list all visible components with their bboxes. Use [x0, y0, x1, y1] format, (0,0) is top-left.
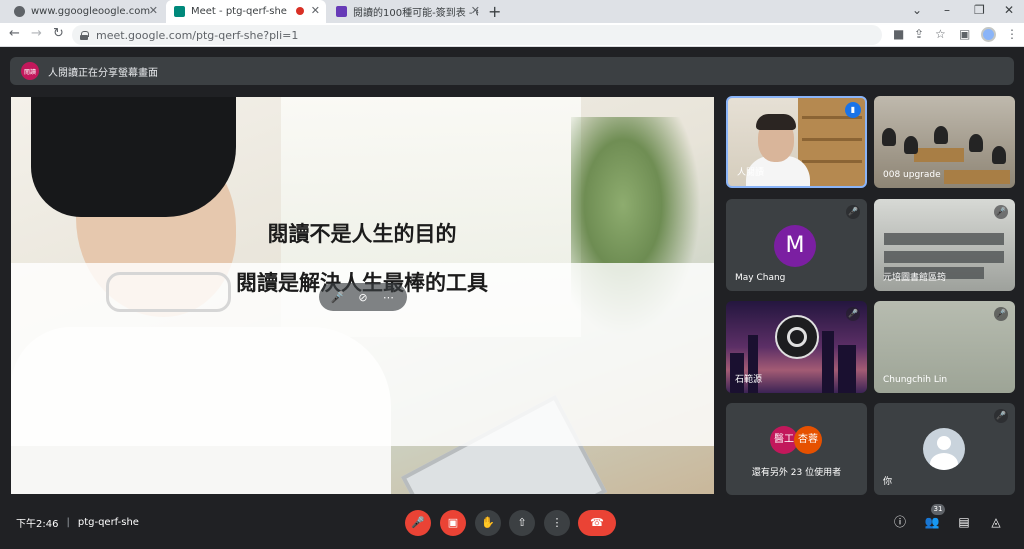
presenter-avatar: 閱讀 — [21, 62, 39, 80]
tab-label: www.ggoogleoogle.com — [31, 6, 151, 17]
participant-name: 石範源 — [735, 375, 763, 385]
default-avatar-icon — [923, 428, 965, 470]
side-panel-icon[interactable]: ▣ — [959, 27, 970, 41]
menu-dots-icon[interactable]: ⋮ — [1006, 27, 1018, 41]
participant-name: 元培圖書館區筠 — [883, 273, 947, 283]
raise-hand-button[interactable]: ✋ — [475, 510, 501, 536]
activities-icon[interactable]: ◬ — [987, 513, 1005, 531]
others-count-text: 還有另外 23 位使用者 — [751, 468, 842, 478]
obs-logo — [775, 315, 819, 359]
presenting-text: 人閱讀正在分享螢幕畫面 — [48, 67, 158, 79]
maximize-icon[interactable]: ❐ — [974, 3, 985, 17]
mic-off-icon: 🎤 — [846, 307, 860, 321]
forward-icon[interactable]: → — [31, 26, 42, 41]
globe-icon — [14, 6, 25, 17]
close-tab-icon[interactable]: ✕ — [149, 4, 158, 17]
leave-call-button[interactable]: ☎ — [578, 510, 616, 536]
share-icon[interactable]: ⇪ — [914, 27, 924, 41]
tab-meet[interactable]: Meet - ptg-qerf-she ✕ — [166, 0, 326, 23]
close-tab-icon[interactable]: ✕ — [471, 4, 480, 17]
close-window-icon[interactable]: ✕ — [1004, 3, 1014, 17]
presenting-banner: 閱讀 人閱讀正在分享螢幕畫面 — [10, 57, 1014, 85]
meeting-code: ptg-qerf-she — [77, 517, 139, 528]
mic-off-icon: 🎤 — [846, 205, 860, 219]
chat-icon[interactable]: ▤ — [955, 513, 973, 531]
participant-name: 你 — [883, 477, 893, 487]
lock-icon — [80, 30, 89, 40]
people-count-badge: 31 — [931, 504, 945, 515]
camera-toggle-button[interactable]: ▣ — [440, 510, 466, 536]
mic-toggle-button[interactable]: 🎤 — [405, 510, 431, 536]
participant-name: 人閱讀 — [737, 168, 765, 178]
video-off-icon[interactable]: ⊘ — [354, 291, 372, 304]
self-tile[interactable]: 🎤 你 — [874, 403, 1015, 495]
participant-tile[interactable]: ▮ 人閱讀 — [726, 96, 867, 188]
clock-time: 下午2:46 — [16, 519, 59, 530]
meet-icon — [174, 6, 185, 17]
avatar: M — [774, 225, 816, 267]
participant-tile[interactable]: 🎤 Chungchih Lin — [874, 301, 1015, 393]
mic-off-icon: 🎤 — [994, 205, 1008, 219]
mic-off-icon: 🎤 — [994, 409, 1008, 423]
more-options-button[interactable]: ⋮ — [544, 510, 570, 536]
mic-off-icon: 🎤 — [994, 307, 1008, 321]
camera-permission-icon[interactable]: ■ — [893, 27, 904, 41]
new-tab-button[interactable]: + — [488, 2, 501, 21]
tab-ggoogleoogle[interactable]: www.ggoogleoogle.com ✕ — [6, 0, 164, 23]
browser-toolbar: ← → ↻ meet.google.com/ptg-qerf-she?pli=1… — [0, 23, 1024, 47]
participant-tile[interactable]: 008 upgrade — [874, 96, 1015, 188]
close-tab-icon[interactable]: ✕ — [311, 4, 320, 17]
tab-forms[interactable]: 閱讀的100種可能-簽到表 - Goog ✕ — [328, 0, 486, 23]
url-text: meet.google.com/ptg-qerf-she?pli=1 — [96, 28, 299, 42]
avatar: 杏蓉 — [794, 426, 822, 454]
reload-icon[interactable]: ↻ — [53, 26, 64, 41]
participant-name: Chungchih Lin — [883, 375, 948, 385]
participant-tile[interactable]: 🎤 M May Chang — [726, 199, 867, 291]
minimize-icon[interactable]: – — [944, 3, 950, 17]
tab-search-icon[interactable]: ⌄ — [912, 3, 922, 17]
meeting-info: 下午2:46 | ptg-qerf-she — [16, 517, 139, 530]
participant-tile[interactable]: 🎤 石範源 — [726, 301, 867, 393]
recording-icon — [296, 7, 304, 15]
present-screen-button[interactable]: ⇧ — [509, 510, 535, 536]
browser-tab-strip: www.ggoogleoogle.com ✕ Meet - ptg-qerf-s… — [0, 0, 1024, 23]
people-icon[interactable]: 👥 — [923, 513, 941, 531]
participant-tile[interactable]: 🎤 元培圖書館區筠 — [874, 199, 1015, 291]
profile-avatar[interactable] — [981, 27, 996, 42]
meeting-details-icon[interactable]: ⓘ — [891, 513, 909, 531]
others-tile[interactable]: 醫工 杏蓉 還有另外 23 位使用者 — [726, 403, 867, 495]
slide-title: 閱讀不是人生的目的 — [267, 222, 457, 246]
participant-name: May Chang — [735, 273, 786, 283]
participant-name: 008 upgrade — [883, 170, 941, 180]
bookmark-star-icon[interactable]: ☆ — [935, 27, 946, 41]
mute-presenter-icon[interactable]: 🎤 — [329, 291, 347, 304]
presentation-overlay-controls: 🎤 ⊘ ⋯ — [319, 283, 407, 311]
address-bar[interactable]: meet.google.com/ptg-qerf-she?pli=1 — [72, 25, 882, 45]
forms-icon — [336, 6, 347, 17]
tab-label: 閱讀的100種可能-簽到表 - Goog — [353, 8, 478, 19]
tab-label: Meet - ptg-qerf-she — [191, 6, 287, 17]
back-icon[interactable]: ← — [9, 26, 20, 41]
speaking-indicator-icon: ▮ — [845, 102, 861, 118]
more-options-icon[interactable]: ⋯ — [379, 291, 397, 304]
